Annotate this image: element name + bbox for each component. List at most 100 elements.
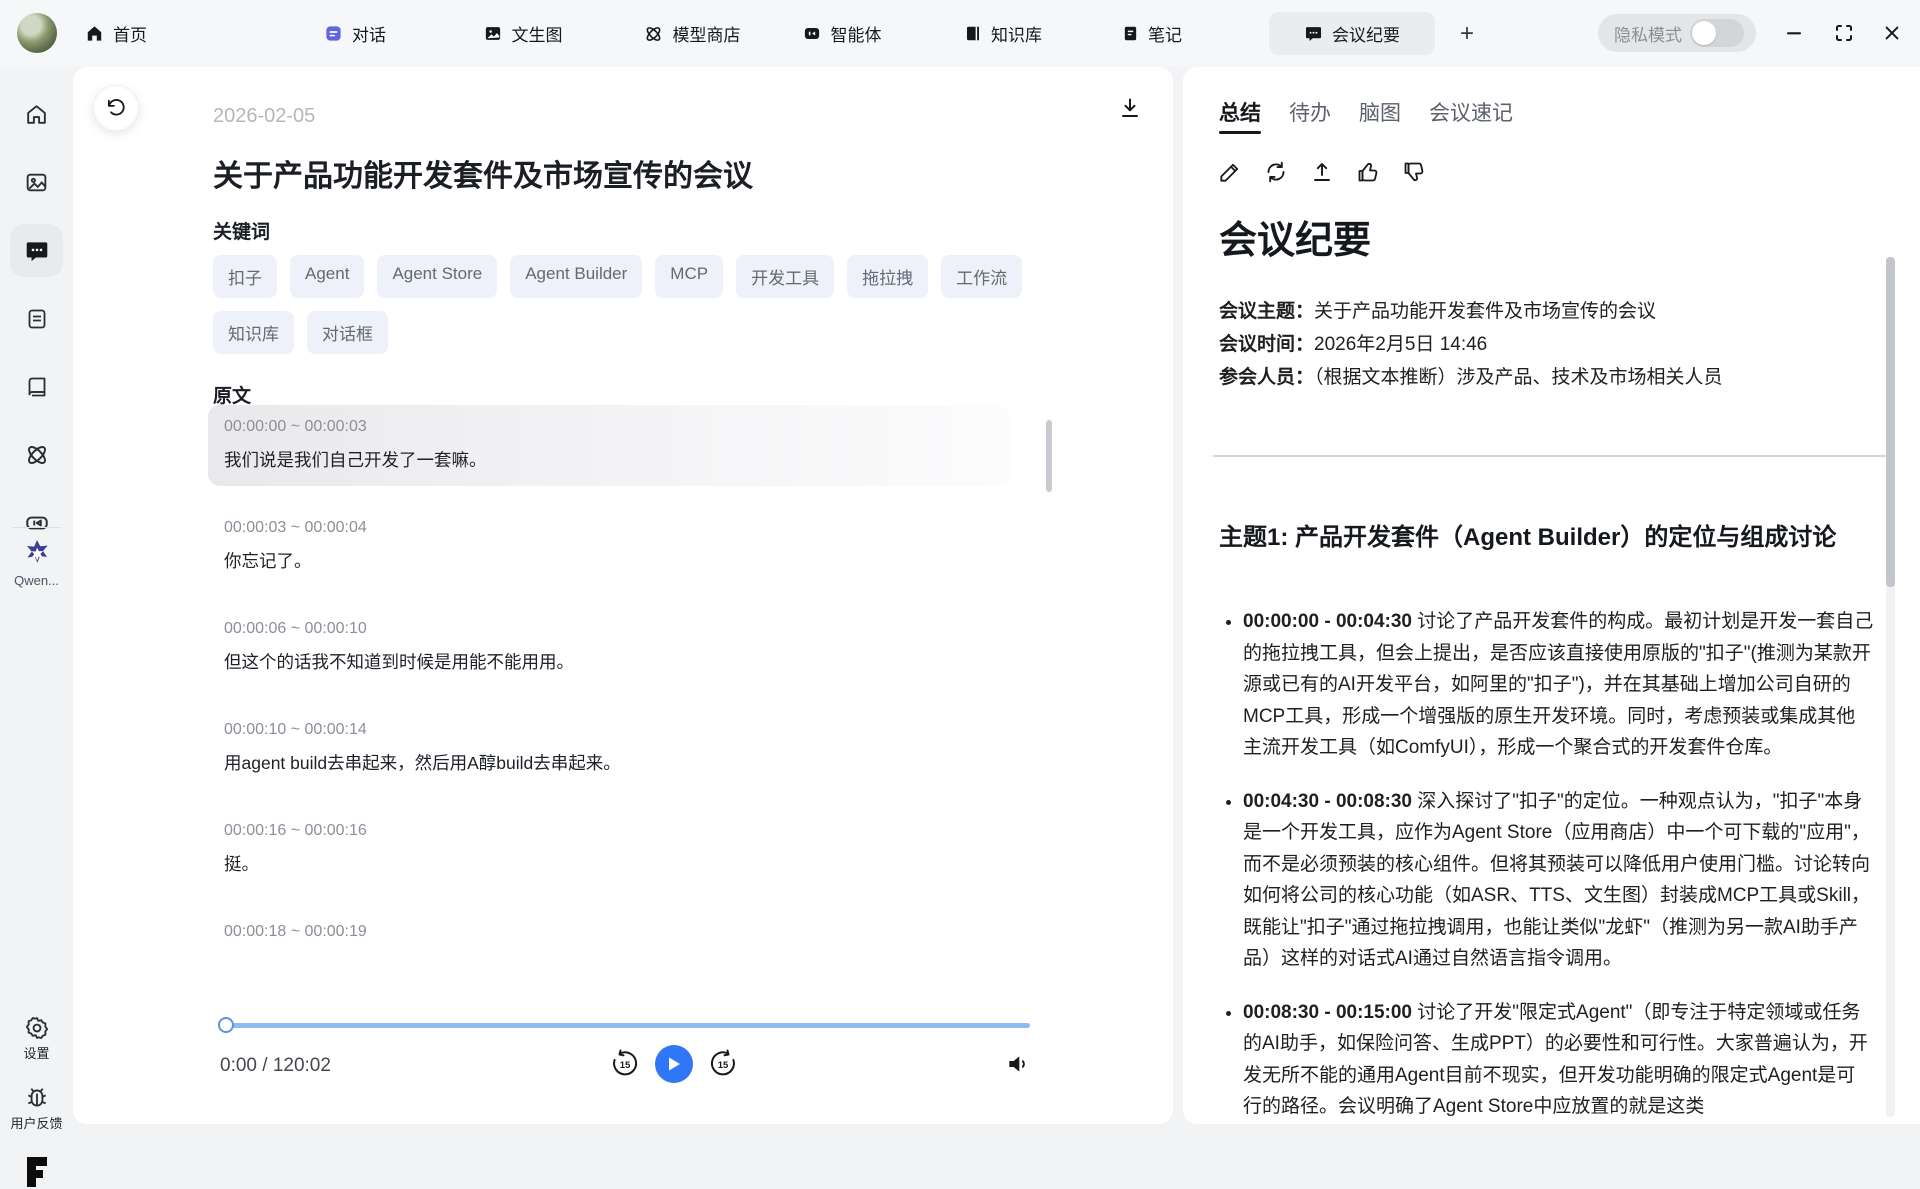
tab-mindmap[interactable]: 脑图 (1359, 97, 1401, 127)
bug-icon (0, 1085, 73, 1111)
tab-meeting-minutes[interactable]: 会议纪要 (1269, 12, 1435, 55)
left-rail: Qwen... 设置 用户反馈 (0, 67, 73, 1140)
new-tab-button[interactable]: + (1450, 17, 1484, 51)
tab-summary[interactable]: 总结 (1219, 97, 1261, 127)
rail-model-store[interactable] (10, 428, 63, 481)
entry-text: 我们说是我们自己开发了一套嘛。 (224, 447, 994, 472)
keyword-chip[interactable]: Agent (290, 255, 364, 298)
home-icon (85, 24, 104, 43)
rail-documents[interactable] (10, 292, 63, 345)
thumbs-down-button[interactable] (1401, 159, 1427, 185)
nav-chat[interactable]: 对话 (324, 0, 386, 67)
document-icon (25, 307, 49, 331)
qwen-label: Qwen... (0, 573, 73, 588)
settings-entry[interactable]: 设置 (0, 1015, 73, 1062)
rail-library[interactable] (10, 360, 63, 413)
forward-15-button[interactable]: 15 (707, 1048, 739, 1080)
keyword-chip[interactable]: 拖拉拽 (847, 255, 928, 298)
nav-label: 笔记 (1148, 21, 1182, 46)
rewind-15-button[interactable]: 15 (609, 1048, 641, 1080)
play-button[interactable] (655, 1045, 693, 1083)
meta-label: 参会人员： (1219, 367, 1314, 388)
transcript-entry[interactable]: 00:00:18 ~ 00:00:19 (208, 910, 1010, 966)
keyword-chip[interactable]: 工作流 (941, 255, 1022, 298)
transcript-scrollbar[interactable] (1046, 420, 1052, 492)
download-button[interactable] (1113, 91, 1147, 125)
keyword-chip[interactable]: MCP (655, 255, 723, 298)
entry-text: 但这个的话我不知道到时候是用能不能用用。 (224, 649, 994, 674)
active-tab-underline (1219, 131, 1261, 134)
entry-time: 00:00:06 ~ 00:00:10 (224, 620, 994, 638)
tab-quick-notes[interactable]: 会议速记 (1429, 97, 1513, 127)
summary-body[interactable]: 主题1: 产品开发套件（Agent Builder）的定位与组成讨论 00:00… (1219, 465, 1874, 1124)
edit-button[interactable] (1217, 159, 1243, 185)
transcript-list[interactable]: 00:00:00 ~ 00:00:03 我们说是我们自己开发了一套嘛。 00:0… (208, 405, 1010, 1005)
meeting-title: 关于产品功能开发套件及市场宣传的会议 (213, 151, 753, 195)
transcript-entry[interactable]: 00:00:06 ~ 00:00:10 但这个的话我不知道到时候是用能不能用用。 (208, 607, 1010, 688)
rotate-back-icon (105, 97, 127, 119)
entry-time: 00:00:16 ~ 00:00:16 (224, 822, 994, 840)
regenerate-button[interactable] (1263, 159, 1289, 185)
meeting-meta: 会议主题：关于产品功能开发套件及市场宣传的会议 会议时间：2026年2月5日 1… (1219, 295, 1723, 394)
export-button[interactable] (1309, 159, 1335, 185)
image-icon (24, 170, 49, 195)
privacy-mode-toggle[interactable]: 隐私模式 (1598, 14, 1756, 52)
transcript-entry[interactable]: 00:00:10 ~ 00:00:14 用agent build去串起来，然后用… (208, 708, 1010, 789)
nav-label: 对话 (352, 21, 386, 46)
close-button[interactable] (1873, 14, 1911, 52)
bullet-time: 00:00:00 - 00:04:30 (1243, 611, 1412, 632)
transcript-label: 原文 (213, 381, 251, 408)
nav-text2image[interactable]: 文生图 (484, 0, 563, 67)
bullet-time: 00:04:30 - 00:08:30 (1243, 791, 1412, 812)
keyword-chip[interactable]: 知识库 (213, 311, 294, 354)
keyword-chip[interactable]: Agent Builder (510, 255, 642, 298)
player-controls: 15 15 (609, 1045, 739, 1083)
transcript-entry[interactable]: 00:00:00 ~ 00:00:03 我们说是我们自己开发了一套嘛。 (208, 405, 1010, 486)
audio-progress-bar[interactable] (220, 1023, 1030, 1028)
transcript-entry[interactable]: 00:00:03 ~ 00:00:04 你忘记了。 (208, 506, 1010, 587)
entry-text: 你忘记了。 (224, 548, 994, 573)
nav-notes[interactable]: 笔记 (1122, 0, 1182, 67)
settings-label: 设置 (0, 1043, 73, 1062)
summary-bullet: 00:08:30 - 00:15:00 讨论了开发"限定式Agent"（即专注于… (1243, 997, 1874, 1123)
nav-knowledge[interactable]: 知识库 (964, 0, 1042, 67)
entry-time: 00:00:00 ~ 00:00:03 (224, 418, 994, 436)
topic-heading: 主题1: 产品开发套件（Agent Builder）的定位与组成讨论 (1219, 517, 1874, 552)
summary-bullets: 00:00:00 - 00:04:30 讨论了产品开发套件的构成。最初计划是开发… (1243, 606, 1874, 1123)
keyword-chip[interactable]: 对话框 (307, 311, 388, 354)
tab-todos[interactable]: 待办 (1289, 97, 1331, 127)
keyword-chip[interactable]: 扣子 (213, 255, 277, 298)
summary-heading: 会议纪要 (1219, 209, 1371, 264)
volume-button[interactable] (1005, 1051, 1035, 1081)
qwen-model-entry[interactable]: Qwen... (0, 537, 73, 588)
toggle-switch[interactable] (1690, 19, 1744, 47)
nav-home[interactable]: 首页 (85, 0, 147, 67)
nav-agents[interactable]: 智能体 (803, 0, 882, 67)
summary-scrollbar-thumb[interactable] (1886, 257, 1895, 587)
playback-time: 0:00 / 120:02 (220, 1055, 331, 1077)
f-logo-icon (0, 1155, 73, 1189)
chat-bubble-icon (24, 238, 50, 264)
knowledge-icon (964, 24, 982, 43)
rail-home[interactable] (10, 88, 63, 141)
keyword-chip[interactable]: Agent Store (377, 255, 497, 298)
image-icon (484, 24, 503, 43)
minimize-button[interactable] (1775, 14, 1813, 52)
feedback-entry[interactable]: 用户反馈 (0, 1085, 73, 1132)
meta-value: 关于产品功能开发套件及市场宣传的会议 (1314, 301, 1656, 322)
nav-model-store[interactable]: 模型商店 (644, 0, 741, 67)
entry-text: 用agent build去串起来，然后用A醇build去串起来。 (224, 750, 994, 775)
rail-gallery[interactable] (10, 156, 63, 209)
transcript-entry[interactable]: 00:00:16 ~ 00:00:16 挺。 (208, 809, 1010, 890)
feedback-label: 用户反馈 (0, 1113, 73, 1132)
back-button[interactable] (93, 85, 139, 131)
rail-meetings-active[interactable] (10, 224, 63, 277)
top-bar: 首页 对话 文生图 模型商店 智能体 知识库 笔记 会议纪要 + 隐私模式 (0, 0, 1920, 67)
user-avatar[interactable] (17, 13, 57, 53)
progress-thumb[interactable] (218, 1017, 234, 1033)
maximize-button[interactable] (1825, 14, 1863, 52)
keyword-chip[interactable]: 开发工具 (736, 255, 834, 298)
thumbs-up-button[interactable] (1355, 159, 1381, 185)
gear-icon (0, 1015, 73, 1041)
home-icon (24, 102, 49, 127)
